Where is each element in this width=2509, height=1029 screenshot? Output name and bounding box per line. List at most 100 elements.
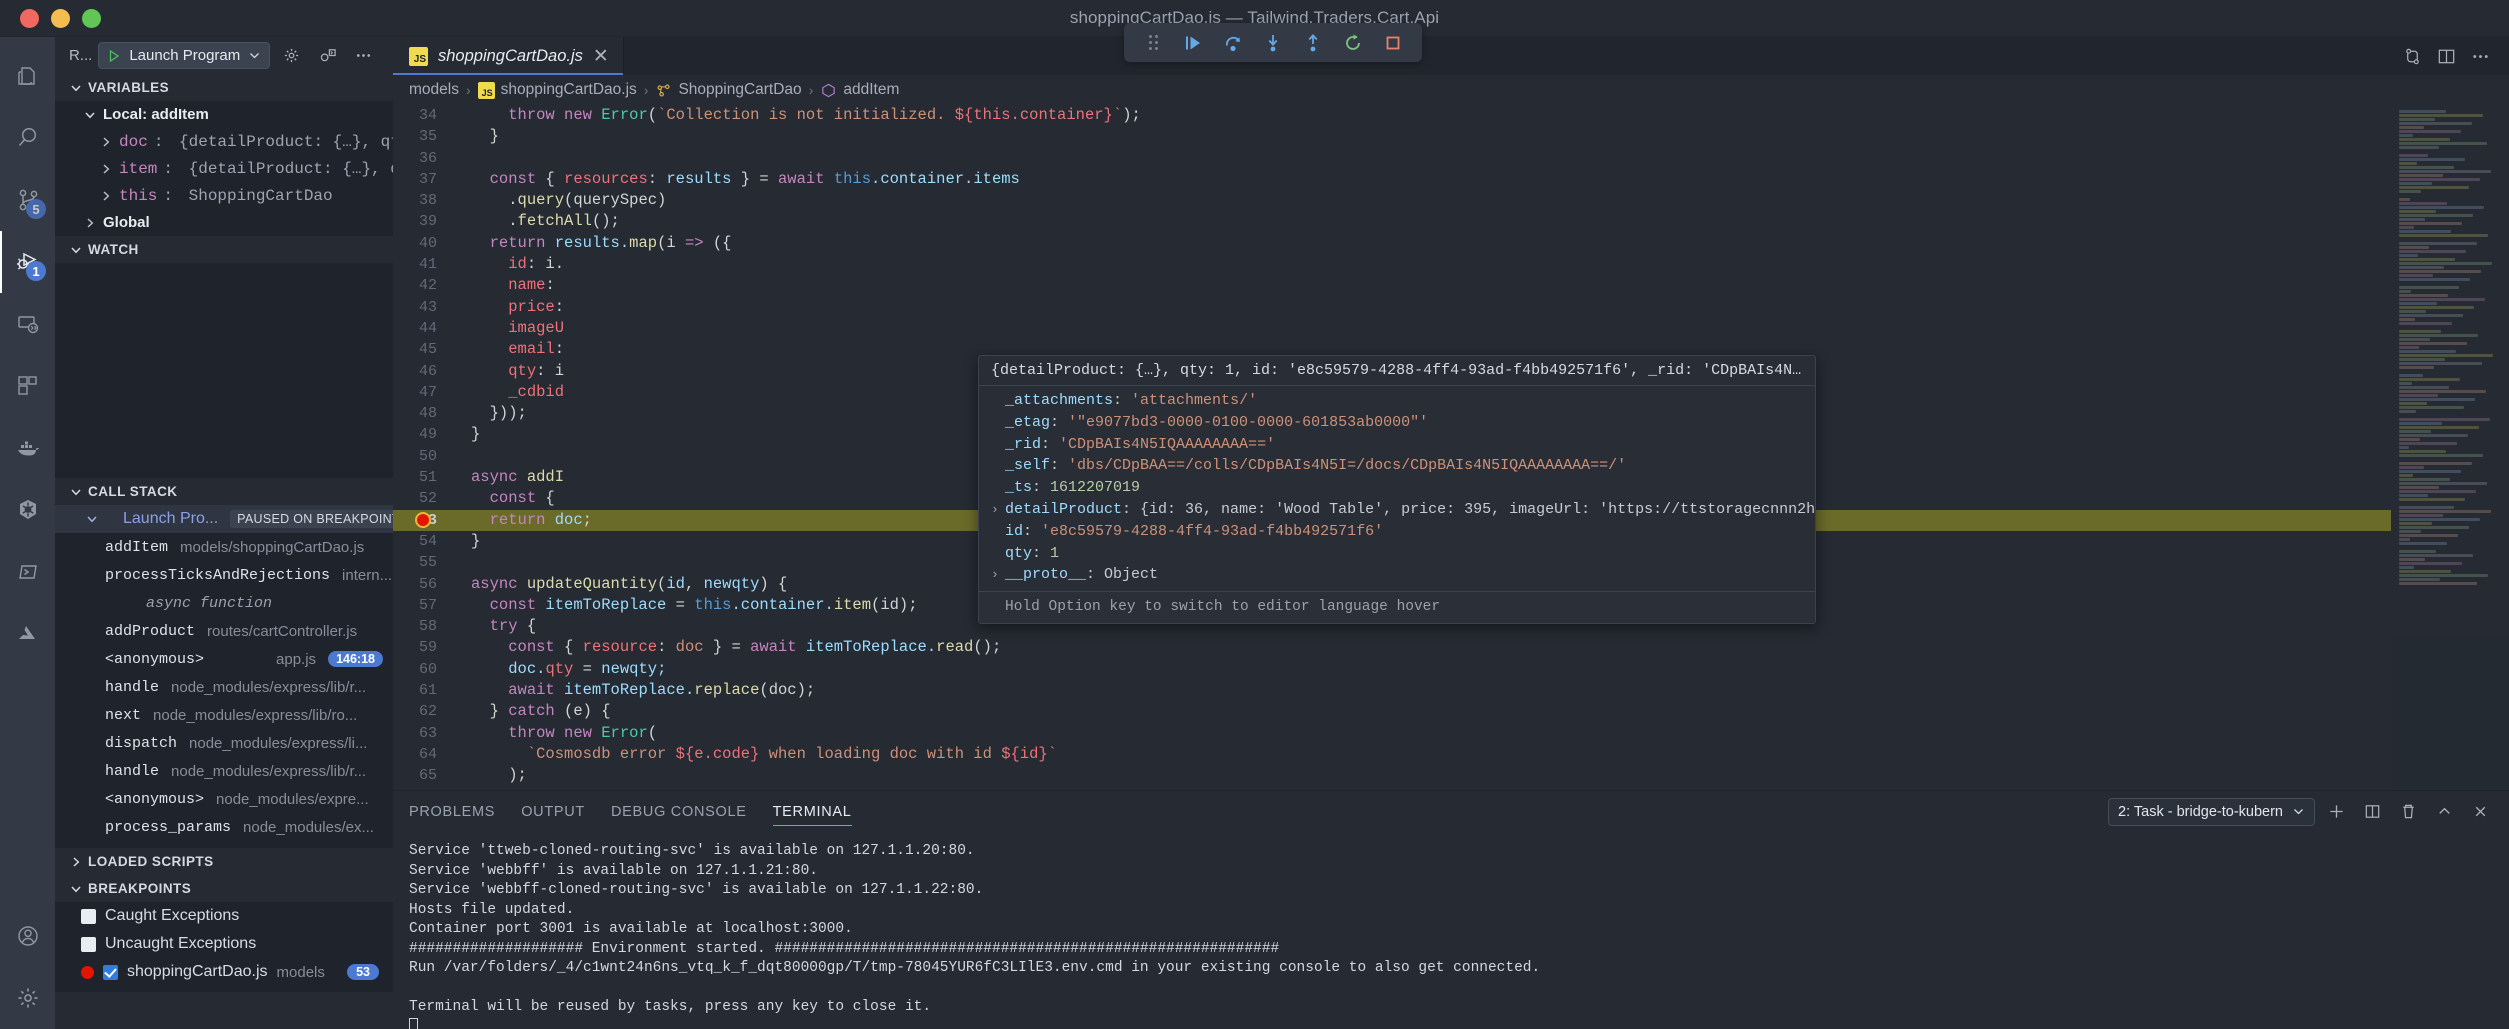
callstack-frame[interactable]: <anonymous> node_modules/expre... bbox=[55, 785, 393, 813]
stop-button[interactable] bbox=[1374, 26, 1412, 59]
activitybar-item-accounts[interactable] bbox=[0, 905, 55, 967]
maximize-panel-button[interactable] bbox=[2429, 798, 2459, 826]
breakpoint-checkbox[interactable] bbox=[81, 937, 96, 952]
watch-section-header[interactable]: WATCH bbox=[55, 236, 393, 263]
breakpoint-caught-exceptions[interactable]: Caught Exceptions bbox=[55, 902, 393, 930]
kill-terminal-button[interactable] bbox=[2393, 798, 2423, 826]
hover-property-row[interactable]: _self: 'dbs/CDpBAA==/colls/CDpBAIs4N5I=/… bbox=[979, 455, 1815, 477]
code-line[interactable]: 38 .query(querySpec) bbox=[393, 190, 2391, 211]
window-controls[interactable] bbox=[0, 9, 101, 28]
breakpoint-file[interactable]: shoppingCartDao.js models 53 bbox=[55, 958, 393, 986]
code-line[interactable]: 61 await itemToReplace.replace(doc); bbox=[393, 680, 2391, 701]
drag-handle[interactable] bbox=[1134, 26, 1172, 59]
breakpoint-checkbox[interactable] bbox=[81, 909, 96, 924]
tab-terminal[interactable]: TERMINAL bbox=[773, 791, 852, 832]
split-terminal-button[interactable] bbox=[2357, 798, 2387, 826]
code-line[interactable]: 39 .fetchAll(); bbox=[393, 211, 2391, 232]
hover-property-row[interactable]: _rid: 'CDpBAIs4N5IQAAAAAAAA==' bbox=[979, 434, 1815, 456]
open-launch-json-button[interactable] bbox=[276, 42, 306, 70]
code-line[interactable]: 43 price: bbox=[393, 297, 2391, 318]
code-line[interactable]: 65 ); bbox=[393, 765, 2391, 786]
debug-toolbar[interactable] bbox=[1124, 23, 1422, 62]
variable-scope-local[interactable]: Local: addItem bbox=[55, 101, 393, 128]
callstack-frame[interactable]: processTicksAndRejections intern... bbox=[55, 561, 393, 589]
code-line[interactable]: 36 bbox=[393, 148, 2391, 169]
variable-row-doc[interactable]: doc: {detailProduct: {…}, qty: 1, id… bbox=[55, 128, 393, 155]
code-line[interactable]: 44 imageU bbox=[393, 318, 2391, 339]
breadcrumb-item-models[interactable]: models bbox=[409, 81, 459, 99]
code-line[interactable]: 37 const { resources: results } = await … bbox=[393, 169, 2391, 190]
activitybar-item-explorer[interactable] bbox=[0, 45, 55, 107]
activitybar-item-extensions[interactable] bbox=[0, 355, 55, 417]
callstack-frame[interactable]: dispatch node_modules/express/li... bbox=[55, 729, 393, 757]
callstack-frame[interactable]: <anonymous> app.js 146:18 bbox=[55, 645, 393, 673]
variable-scope-global[interactable]: Global bbox=[55, 209, 393, 236]
more-actions-icon[interactable] bbox=[2465, 42, 2495, 70]
code-line[interactable]: 59 const { resource: doc } = await itemT… bbox=[393, 637, 2391, 658]
callstack-frame[interactable]: next node_modules/express/lib/ro... bbox=[55, 701, 393, 729]
code-line[interactable]: 35 } bbox=[393, 126, 2391, 147]
breakpoints-section-header[interactable]: BREAKPOINTS bbox=[55, 875, 393, 902]
code-line[interactable]: 41 id: i. bbox=[393, 254, 2391, 275]
terminal-selector-dropdown[interactable]: 2: Task - bridge-to-kubern bbox=[2108, 798, 2315, 826]
source-control-graph-icon[interactable] bbox=[2397, 42, 2427, 70]
close-window-button[interactable] bbox=[20, 9, 39, 28]
activitybar-item-docker[interactable] bbox=[0, 417, 55, 479]
callstack-frame[interactable]: handle node_modules/express/lib/r... bbox=[55, 673, 393, 701]
hover-property-row[interactable]: _attachments: 'attachments/' bbox=[979, 390, 1815, 412]
breakpoint-uncaught-exceptions[interactable]: Uncaught Exceptions bbox=[55, 930, 393, 958]
launch-configuration-dropdown[interactable]: Launch Program bbox=[98, 42, 270, 69]
maximize-window-button[interactable] bbox=[82, 9, 101, 28]
breadcrumb-item-method[interactable]: addItem bbox=[820, 81, 899, 99]
expand-chevron-icon[interactable]: › bbox=[991, 499, 1005, 521]
debug-hover-tooltip[interactable]: {detailProduct: {…}, qty: 1, id: 'e8c595… bbox=[978, 355, 1816, 624]
callstack-session[interactable]: Launch Pro... PAUSED ON BREAKPOINT bbox=[55, 505, 393, 533]
loaded-scripts-section-header[interactable]: LOADED SCRIPTS bbox=[55, 848, 393, 875]
activitybar-item-search[interactable] bbox=[0, 107, 55, 169]
activitybar-item-kubernetes[interactable] bbox=[0, 479, 55, 541]
callstack-frame[interactable]: handle node_modules/express/lib/r... bbox=[55, 757, 393, 785]
terminal-prompt[interactable] bbox=[409, 1018, 2509, 1029]
debug-console-button[interactable] bbox=[312, 42, 342, 70]
code-line[interactable]: 42 name: bbox=[393, 275, 2391, 296]
terminal-output[interactable]: Service 'ttweb-cloned-routing-svc' is av… bbox=[393, 832, 2509, 1029]
restart-button[interactable] bbox=[1334, 26, 1372, 59]
code-line[interactable]: 63 throw new Error( bbox=[393, 723, 2391, 744]
step-over-button[interactable] bbox=[1214, 26, 1252, 59]
code-line[interactable]: 34 throw new Error(`Collection is not in… bbox=[393, 105, 2391, 126]
split-editor-icon[interactable] bbox=[2431, 42, 2461, 70]
expand-chevron-icon[interactable]: › bbox=[991, 564, 1005, 586]
hover-property-row[interactable]: id: 'e8c59579-4288-4ff4-93ad-f4bb492571f… bbox=[979, 521, 1815, 543]
variable-row-this[interactable]: this: ShoppingCartDao bbox=[55, 182, 393, 209]
variables-section-header[interactable]: VARIABLES bbox=[55, 74, 393, 101]
hover-property-row[interactable]: _etag: '"e9077bd3-0000-0100-0000-601853a… bbox=[979, 412, 1815, 434]
more-actions-button[interactable] bbox=[348, 42, 378, 70]
callstack-section-header[interactable]: CALL STACK bbox=[55, 478, 393, 505]
activitybar-item-remote-explorer[interactable] bbox=[0, 293, 55, 355]
activitybar-item-azure[interactable] bbox=[0, 603, 55, 665]
close-tab-icon[interactable]: ✕ bbox=[593, 47, 609, 66]
editor-tab-shoppingcartdao[interactable]: JS shoppingCartDao.js ✕ bbox=[393, 37, 624, 75]
new-terminal-button[interactable] bbox=[2321, 798, 2351, 826]
minimize-window-button[interactable] bbox=[51, 9, 70, 28]
tab-output[interactable]: OUTPUT bbox=[521, 791, 585, 832]
hover-property-row[interactable]: ›__proto__: Object bbox=[979, 564, 1815, 586]
breadcrumb-item-file[interactable]: JS shoppingCartDao.js bbox=[478, 81, 637, 99]
hover-property-row[interactable]: qty: 1 bbox=[979, 543, 1815, 565]
tab-problems[interactable]: PROBLEMS bbox=[409, 791, 495, 832]
minimap[interactable] bbox=[2391, 105, 2509, 790]
callstack-frame[interactable]: addProduct routes/cartController.js bbox=[55, 617, 393, 645]
code-line[interactable]: 60 doc.qty = newqty; bbox=[393, 659, 2391, 680]
activitybar-item-azure-terminal[interactable] bbox=[0, 541, 55, 603]
activitybar-item-settings[interactable] bbox=[0, 967, 55, 1029]
code-line[interactable]: 40 return results.map(i => ({ bbox=[393, 233, 2391, 254]
step-out-button[interactable] bbox=[1294, 26, 1332, 59]
breadcrumb-item-class[interactable]: ShoppingCartDao bbox=[655, 81, 801, 99]
continue-button[interactable] bbox=[1174, 26, 1212, 59]
breakpoint-checkbox[interactable] bbox=[103, 965, 118, 980]
hover-property-row[interactable]: _ts: 1612207019 bbox=[979, 477, 1815, 499]
close-panel-button[interactable] bbox=[2465, 798, 2495, 826]
tab-debug-console[interactable]: DEBUG CONSOLE bbox=[611, 791, 747, 832]
callstack-frame[interactable]: addItem models/shoppingCartDao.js bbox=[55, 533, 393, 561]
step-into-button[interactable] bbox=[1254, 26, 1292, 59]
